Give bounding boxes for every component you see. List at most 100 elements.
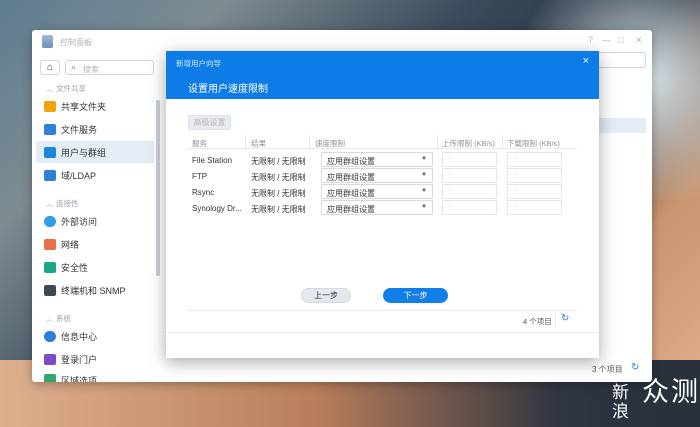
service-name: Synology Dr...: [192, 204, 242, 213]
upload-limit-input[interactable]: -: [442, 200, 497, 215]
speed-limit-select[interactable]: 应用群组设置 ▼: [321, 184, 433, 199]
sidebar-item-label: 外部访问: [61, 216, 98, 227]
table-row[interactable]: Rsync 无限制 / 无限制 应用群组设置 ▼ - -: [187, 184, 577, 200]
chevron-down-icon: ▼: [421, 156, 427, 162]
chevron-up-icon: ︿: [46, 85, 53, 93]
table-header: 服务 结果 速度限制 上传限制 (KB/s) 下载限制 (KB/s): [187, 135, 577, 149]
download-limit-value: -: [514, 156, 517, 163]
wizard-footer-divider: [166, 332, 599, 333]
upload-limit-input[interactable]: -: [442, 168, 497, 183]
result-value: 无限制 / 无限制: [251, 157, 306, 166]
result-value: 无限制 / 无限制: [251, 205, 306, 214]
sidebar-item-label: 域/LDAP: [61, 170, 97, 181]
speed-limit-select[interactable]: 应用群组设置 ▼: [321, 168, 433, 183]
column-header-speed-limit: 速度限制: [315, 139, 345, 148]
login-portal-icon: [44, 353, 56, 365]
shield-icon: [44, 261, 56, 273]
table-row[interactable]: FTP 无限制 / 无限制 应用群组设置 ▼ - -: [187, 168, 577, 184]
chevron-down-icon: ▼: [421, 188, 427, 194]
sidebar-search-placeholder: 搜索: [83, 65, 99, 74]
sidebar-item-external-access[interactable]: 外部访问: [36, 210, 154, 232]
sidebar-search-input[interactable]: ⌕ 搜索: [65, 60, 154, 75]
watermark-char: 新: [612, 383, 630, 402]
category-connectivity[interactable]: ︿ 连接性: [46, 198, 79, 209]
sidebar-item-network[interactable]: 网络: [36, 233, 154, 255]
download-limit-input[interactable]: -: [507, 152, 562, 167]
help-icon[interactable]: ?: [588, 35, 593, 45]
speed-limit-select[interactable]: 应用群组设置 ▼: [321, 152, 433, 167]
region-icon: [44, 374, 56, 382]
selected-list-row[interactable]: [598, 118, 646, 133]
sidebar-scrollbar[interactable]: [156, 100, 160, 276]
control-panel-sidebar: ⌂ ⌕ 搜索 ︿ 文件共享 共享文件夹 文件服务 用户与群组 域/LDAP ︿: [32, 56, 160, 382]
sidebar-item-regional-options[interactable]: 区域选项: [36, 371, 154, 382]
wizard-step-title: 设置用户速度限制: [188, 84, 268, 95]
sidebar-item-label: 文件服务: [61, 124, 98, 135]
category-system[interactable]: ︿ 系统: [46, 313, 71, 324]
refresh-icon[interactable]: ↻: [631, 362, 639, 373]
download-limit-input[interactable]: -: [507, 168, 562, 183]
network-icon: [44, 238, 56, 250]
search-icon: ⌕: [71, 62, 77, 72]
wizard-title: 新增用户向导: [176, 59, 221, 68]
speed-limit-select[interactable]: 应用群组设置 ▼: [321, 200, 433, 215]
category-label: 文件共享: [56, 84, 86, 93]
item-count: 4 个项目: [523, 317, 552, 326]
column-header-download-limit: 下载限制 (KB/s): [507, 139, 560, 148]
add-user-wizard-dialog: 新增用户向导 × 设置用户速度限制 高级设置 服务 结果 速度限制 上传限制 (…: [166, 51, 599, 358]
sidebar-item-label: 登录门户: [61, 354, 98, 365]
result-value: 无限制 / 无限制: [251, 173, 306, 182]
chevron-up-icon: ︿: [46, 315, 53, 323]
column-divider: [245, 135, 246, 149]
column-header-result: 结果: [251, 139, 266, 148]
download-limit-input[interactable]: -: [507, 184, 562, 199]
close-icon[interactable]: ×: [583, 55, 589, 67]
download-limit-input[interactable]: -: [507, 200, 562, 215]
maximize-icon[interactable]: □: [618, 35, 623, 45]
advanced-settings-button[interactable]: 高级设置: [188, 115, 231, 130]
sidebar-item-login-portal[interactable]: 登录门户: [36, 348, 154, 370]
sidebar-item-info-center[interactable]: 信息中心: [36, 325, 154, 347]
download-limit-value: -: [514, 172, 517, 179]
refresh-icon[interactable]: ↻: [561, 313, 569, 324]
folder-icon: [44, 100, 56, 112]
category-file-sharing[interactable]: ︿ 文件共享: [46, 83, 86, 94]
speed-limit-table: 服务 结果 速度限制 上传限制 (KB/s) 下载限制 (KB/s) File …: [187, 135, 577, 362]
upload-limit-value: -: [449, 188, 452, 195]
file-services-icon: [44, 123, 56, 135]
service-name: FTP: [192, 172, 208, 181]
upload-limit-input[interactable]: -: [442, 152, 497, 167]
result-value: 无限制 / 无限制: [251, 189, 306, 198]
table-row[interactable]: File Station 无限制 / 无限制 应用群组设置 ▼ - -: [187, 152, 577, 168]
upload-limit-value: -: [449, 156, 452, 163]
sidebar-item-label: 共享文件夹: [61, 101, 107, 112]
previous-button[interactable]: 上一步: [301, 288, 351, 303]
sidebar-item-security[interactable]: 安全性: [36, 256, 154, 278]
watermark-text: 众测: [642, 377, 700, 407]
sidebar-item-terminal-snmp[interactable]: 终端机和 SNMP: [36, 279, 154, 301]
upload-limit-value: -: [449, 204, 452, 211]
sidebar-item-shared-folder[interactable]: 共享文件夹: [36, 95, 154, 117]
watermark-logo: 新 浪 众测: [612, 379, 698, 422]
control-panel-app-icon: [42, 35, 53, 48]
info-icon: [44, 330, 56, 342]
sidebar-item-file-services[interactable]: 文件服务: [36, 118, 154, 140]
users-icon: [44, 146, 56, 158]
home-button[interactable]: ⌂: [40, 60, 60, 75]
sidebar-item-domain-ldap[interactable]: 域/LDAP: [36, 164, 154, 186]
table-row[interactable]: Synology Dr... 无限制 / 无限制 应用群组设置 ▼ - -: [187, 200, 577, 216]
upload-limit-input[interactable]: -: [442, 184, 497, 199]
speed-limit-value: 应用群组设置: [327, 157, 375, 166]
next-button[interactable]: 下一步: [383, 288, 448, 303]
column-divider: [502, 135, 503, 149]
column-divider: [437, 135, 438, 149]
column-divider: [309, 135, 310, 149]
sidebar-item-users-groups[interactable]: 用户与群组: [36, 141, 154, 163]
table-footer: 4 个项目 ↻: [187, 310, 577, 328]
close-icon[interactable]: ✕: [635, 35, 643, 46]
download-limit-value: -: [514, 188, 517, 195]
minimize-icon[interactable]: —: [602, 35, 611, 45]
sidebar-item-label: 信息中心: [61, 331, 98, 342]
domain-icon: [44, 169, 56, 181]
control-panel-item-count: 3 个项目: [592, 365, 623, 374]
